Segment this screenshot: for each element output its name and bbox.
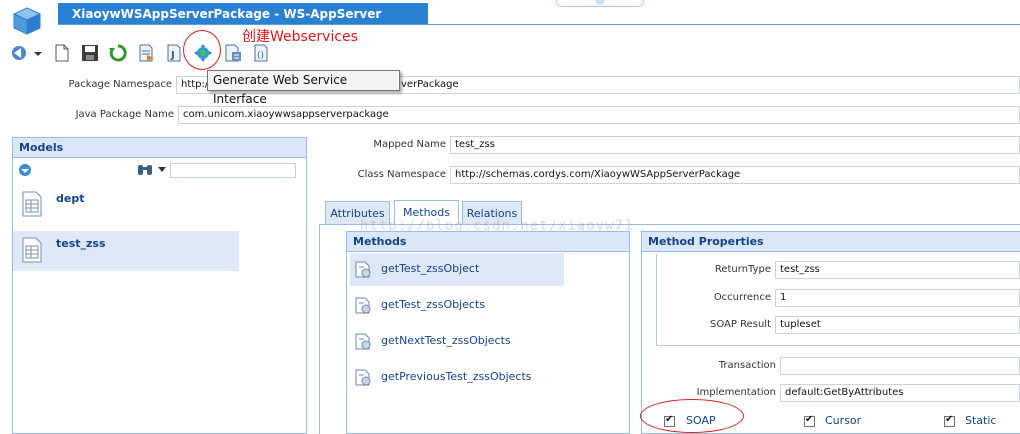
models-search-input[interactable] <box>170 163 296 178</box>
method-label: getTest_zssObjects <box>381 298 486 311</box>
annotation-label: 创建Webservices <box>242 29 358 45</box>
collapse-handle[interactable] <box>556 0 644 7</box>
method-label: getPreviousTest_zssObjects <box>381 370 532 383</box>
occurrence-field[interactable]: 1 <box>775 289 1020 307</box>
cursor-checkbox[interactable] <box>804 414 815 427</box>
tab-strip-divider <box>58 24 1020 25</box>
method-item-gettest-zssobjects[interactable]: getTest_zssObjects <box>350 289 564 322</box>
soap-annotation-circle <box>640 399 744 433</box>
table-document-icon <box>22 237 42 263</box>
java-document-icon[interactable]: J <box>165 44 183 62</box>
transaction-label: Transaction <box>718 360 776 371</box>
interface-document-icon[interactable]: () <box>252 44 270 62</box>
save-icon[interactable] <box>81 44 99 62</box>
model-item-test-zss[interactable]: test_zss <box>13 231 239 271</box>
package-cube-icon <box>12 7 42 35</box>
document-properties-icon[interactable] <box>224 44 242 62</box>
method-icon <box>355 333 371 350</box>
annotation-circle <box>183 30 221 70</box>
mapped-name-label: Mapped Name <box>373 139 446 150</box>
mapped-name-field[interactable]: test_zss <box>450 136 1020 154</box>
class-namespace-field[interactable]: http://schemas.cordys.com/XiaoywWSAppSer… <box>450 166 1020 184</box>
svg-text:(): () <box>257 51 264 61</box>
models-panel: Models dept test_zss <box>12 137 307 434</box>
method-label: getNextTest_zssObjects <box>381 334 511 347</box>
static-checkbox-label: Static <box>965 414 997 427</box>
svg-text:J: J <box>170 50 175 61</box>
method-item-getprevioustest-zssobjects[interactable]: getPreviousTest_zssObjects <box>350 361 564 394</box>
table-document-icon <box>22 191 42 217</box>
soap-result-field[interactable]: tupleset <box>775 316 1020 334</box>
binoculars-icon[interactable] <box>137 163 153 177</box>
method-icon <box>355 261 371 278</box>
models-panel-header: Models <box>13 138 306 158</box>
new-document-icon[interactable] <box>53 44 71 62</box>
package-namespace-value-right: verPackage <box>401 79 459 90</box>
transaction-field[interactable] <box>780 357 1020 375</box>
back-arrow-icon[interactable] <box>10 44 28 62</box>
dropdown-arrow-icon[interactable] <box>33 44 43 62</box>
method-properties-header: Method Properties <box>642 232 1020 252</box>
class-namespace-label: Class Namespace <box>357 169 446 180</box>
method-item-gettest-zssobject[interactable]: getTest_zssObject <box>350 253 564 286</box>
implementation-field[interactable]: default:GetByAttributes <box>780 384 1020 402</box>
model-item-dept[interactable]: dept <box>13 186 239 226</box>
methods-panel: Methods getTest_zssObject getTest_zssObj… <box>346 231 630 434</box>
search-dropdown-arrow-icon[interactable] <box>158 167 166 173</box>
java-package-name-field[interactable]: com.unicom.xiaoywwsappserverpackage <box>178 106 1020 124</box>
refresh-icon[interactable] <box>109 44 127 62</box>
model-item-label: dept <box>56 192 85 205</box>
models-toolbar <box>13 159 306 183</box>
occurrence-label: Occurrence <box>713 292 771 303</box>
add-model-icon[interactable] <box>18 163 32 177</box>
methods-panel-header: Methods <box>347 232 629 252</box>
package-namespace-label: Package Namespace <box>68 79 172 90</box>
cursor-checkbox-label: Cursor <box>825 414 862 427</box>
return-type-field[interactable]: test_zss <box>775 261 1020 279</box>
method-icon <box>355 369 371 386</box>
method-label: getTest_zssObject <box>381 262 480 275</box>
model-item-label: test_zss <box>56 237 106 250</box>
soap-result-label: SOAP Result <box>710 319 771 330</box>
method-icon <box>355 297 371 314</box>
export-document-icon[interactable] <box>137 44 155 62</box>
document-tab[interactable]: XiaoywWSAppServerPackage - WS-AppServer … <box>58 3 428 43</box>
implementation-label: Implementation <box>696 387 776 398</box>
method-item-getnexttest-zssobjects[interactable]: getNextTest_zssObjects <box>350 325 564 358</box>
toolbar-tooltip: Generate Web Service Interface <box>207 70 400 106</box>
static-checkbox[interactable] <box>944 414 955 427</box>
return-type-label: ReturnType <box>714 264 771 275</box>
java-package-name-label: Java Package Name <box>75 109 174 120</box>
